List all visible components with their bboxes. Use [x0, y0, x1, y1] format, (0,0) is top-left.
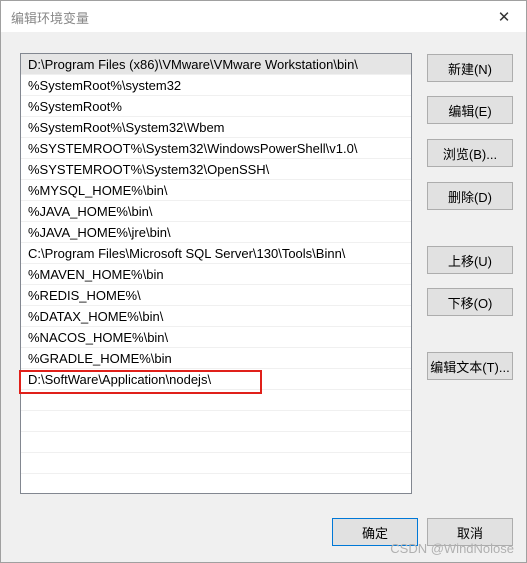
move-down-button[interactable]: 下移(O)	[427, 288, 513, 316]
delete-button[interactable]: 删除(D)	[427, 182, 513, 210]
list-item[interactable]: %SystemRoot%\System32\Wbem	[21, 117, 411, 138]
list-item[interactable]: %REDIS_HOME%\	[21, 285, 411, 306]
list-item[interactable]: D:\SoftWare\Application\nodejs\	[21, 369, 411, 390]
edit-button[interactable]: 编辑(E)	[427, 96, 513, 124]
list-item[interactable]: %GRADLE_HOME%\bin	[21, 348, 411, 369]
list-item[interactable]: %JAVA_HOME%\jre\bin\	[21, 222, 411, 243]
list-item[interactable]: %SYSTEMROOT%\System32\OpenSSH\	[21, 159, 411, 180]
path-list[interactable]: D:\Program Files (x86)\VMware\VMware Wor…	[20, 53, 412, 494]
edit-text-button[interactable]: 编辑文本(T)...	[427, 352, 513, 380]
list-empty-row[interactable]	[21, 453, 411, 474]
browse-button[interactable]: 浏览(B)...	[427, 139, 513, 167]
list-item[interactable]: %MAVEN_HOME%\bin	[21, 264, 411, 285]
list-item[interactable]: %SYSTEMROOT%\System32\WindowsPowerShell\…	[21, 138, 411, 159]
list-item[interactable]: D:\Program Files (x86)\VMware\VMware Wor…	[21, 54, 411, 75]
list-empty-row[interactable]	[21, 411, 411, 432]
list-empty-row[interactable]	[21, 432, 411, 453]
watermark: CSDN @WindNolose	[390, 541, 514, 556]
close-icon[interactable]: ✕	[482, 1, 526, 32]
list-item[interactable]: %DATAX_HOME%\bin\	[21, 306, 411, 327]
list-item[interactable]: %SystemRoot%	[21, 96, 411, 117]
title-bar[interactable]: 编辑环境变量 ✕	[1, 1, 526, 32]
list-item[interactable]: %JAVA_HOME%\bin\	[21, 201, 411, 222]
new-button[interactable]: 新建(N)	[427, 54, 513, 82]
edit-env-var-dialog: 编辑环境变量 ✕ D:\Program Files (x86)\VMware\V…	[0, 0, 527, 563]
window-title: 编辑环境变量	[11, 11, 90, 26]
list-item[interactable]: %NACOS_HOME%\bin\	[21, 327, 411, 348]
move-up-button[interactable]: 上移(U)	[427, 246, 513, 274]
list-item[interactable]: %MYSQL_HOME%\bin\	[21, 180, 411, 201]
list-empty-row[interactable]	[21, 474, 411, 493]
list-empty-row[interactable]	[21, 390, 411, 411]
list-item[interactable]: C:\Program Files\Microsoft SQL Server\13…	[21, 243, 411, 264]
list-item[interactable]: %SystemRoot%\system32	[21, 75, 411, 96]
